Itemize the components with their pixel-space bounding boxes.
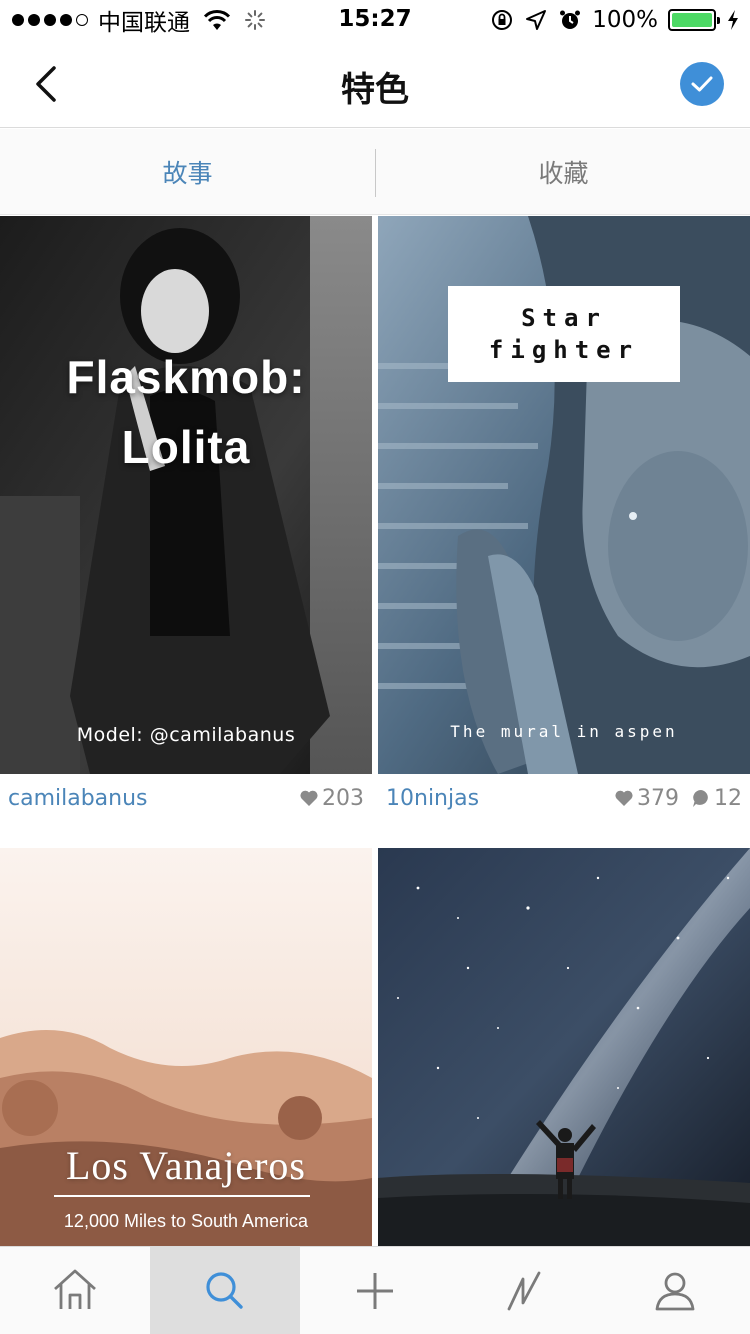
comment-bubble-icon bbox=[693, 790, 708, 807]
search-icon bbox=[206, 1272, 243, 1309]
story-cover-image[interactable] bbox=[378, 848, 750, 1246]
story-caption: Model: @camilabanus bbox=[76, 724, 296, 746]
likes-count: 203 bbox=[299, 786, 364, 811]
segmented-control: 故事 收藏 bbox=[0, 129, 750, 215]
activity-icon bbox=[507, 1271, 541, 1311]
checkmark-icon bbox=[691, 76, 713, 92]
alarm-clock-icon bbox=[560, 10, 581, 29]
tab-home[interactable] bbox=[0, 1247, 150, 1334]
story-caption: 12,000 Miles to South America bbox=[63, 1211, 309, 1231]
back-button[interactable] bbox=[20, 58, 72, 110]
location-arrow-icon bbox=[526, 10, 547, 30]
author-username[interactable]: camilabanus bbox=[8, 786, 289, 811]
title-underline bbox=[54, 1195, 310, 1197]
story-meta: 10ninjas 379 12 bbox=[378, 774, 750, 822]
story-cover-image[interactable]: Flaskmob: Lolita Model: @camilabanus bbox=[0, 216, 372, 774]
status-bar: 中国联通 15:27 100% bbox=[0, 0, 750, 40]
story-meta: camilabanus 203 bbox=[0, 774, 372, 822]
tab-stories[interactable]: 故事 bbox=[0, 129, 375, 215]
story-cover-image[interactable]: Los Vanajeros 12,000 Miles to South Amer… bbox=[0, 848, 372, 1246]
tab-create[interactable] bbox=[300, 1247, 450, 1334]
heart-icon bbox=[615, 790, 633, 806]
battery-percentage: 100% bbox=[592, 7, 658, 33]
battery-icon bbox=[668, 9, 720, 31]
story-title: Flaskmob: Lolita bbox=[66, 351, 306, 473]
story-caption: The mural in aspen bbox=[450, 722, 678, 741]
profile-icon bbox=[655, 1272, 695, 1311]
comments-count: 12 bbox=[691, 786, 742, 811]
chevron-left-icon bbox=[36, 66, 56, 102]
story-cover-image[interactable]: Star fighter The mural in aspen bbox=[378, 216, 750, 774]
story-title-box: Star fighter bbox=[448, 286, 680, 382]
tab-profile[interactable] bbox=[600, 1247, 750, 1334]
author-username[interactable]: 10ninjas bbox=[386, 786, 604, 811]
home-icon bbox=[54, 1269, 96, 1309]
story-title-line: fighter bbox=[488, 336, 640, 364]
rotation-lock-icon bbox=[492, 10, 513, 30]
story-title: Los Vanajeros bbox=[66, 1143, 306, 1188]
navigation-bar: 特色 bbox=[0, 40, 750, 128]
charging-bolt-icon bbox=[728, 10, 738, 30]
plus-icon bbox=[357, 1273, 393, 1309]
likes-count: 379 bbox=[614, 786, 679, 811]
tab-search[interactable] bbox=[150, 1247, 300, 1334]
heart-icon bbox=[300, 790, 318, 806]
tab-activity[interactable] bbox=[450, 1247, 600, 1334]
tab-collections[interactable]: 收藏 bbox=[376, 129, 750, 215]
story-title-line: Star bbox=[521, 304, 607, 332]
page-title: 特色 bbox=[341, 70, 409, 110]
tab-bar bbox=[0, 1246, 750, 1334]
done-button[interactable] bbox=[680, 62, 724, 106]
